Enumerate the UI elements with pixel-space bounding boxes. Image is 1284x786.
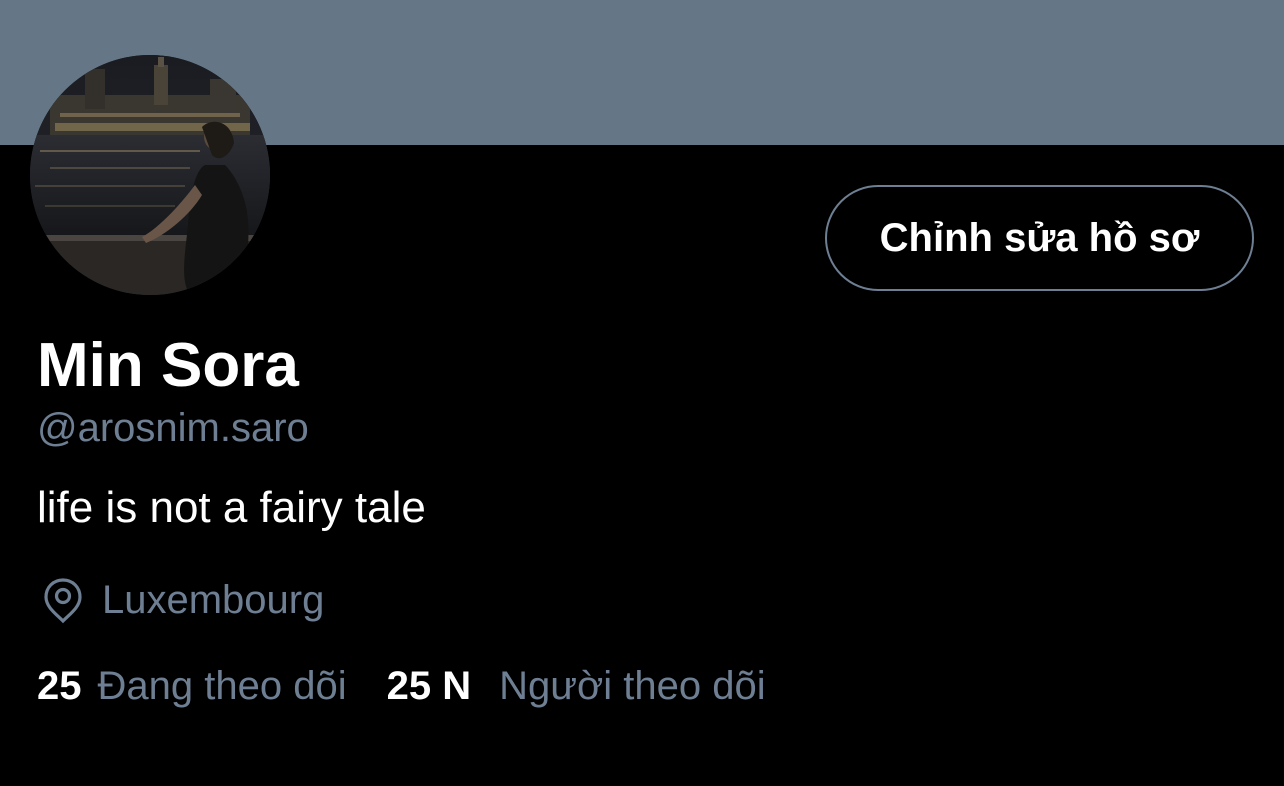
location-label: Luxembourg	[102, 577, 325, 622]
profile-stats: 25 Đang theo dõi 25 N Người theo dõi	[37, 660, 766, 712]
profile-page: Chỉnh sửa hồ sơ Min Sora @arosnim.saro l…	[0, 0, 1284, 786]
following-count: 25	[37, 663, 82, 708]
map-pin-icon	[44, 578, 82, 624]
followers-count: 25 N	[386, 663, 472, 708]
avatar-photo	[30, 55, 270, 295]
avatar[interactable]	[30, 55, 270, 295]
edit-profile-button[interactable]: Chỉnh sửa hồ sơ	[825, 185, 1254, 291]
followers-stat[interactable]: 25 N Người theo dõi	[387, 664, 766, 709]
following-stat[interactable]: 25 Đang theo dõi	[37, 664, 347, 709]
followers-label: Người theo dõi	[499, 663, 766, 708]
profile-handle: @arosnim.saro	[37, 406, 309, 450]
profile-location: Luxembourg	[40, 574, 324, 626]
profile-name: Min Sora	[37, 331, 299, 400]
profile-bio: life is not a fairy tale	[37, 483, 426, 532]
following-label: Đang theo dõi	[97, 663, 347, 708]
